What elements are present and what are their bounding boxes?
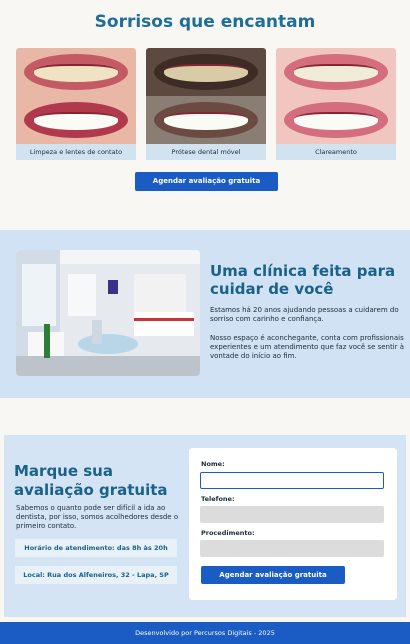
- gallery-title: Sorrisos que encantam: [94, 12, 316, 32]
- booking-heading: Marque sua avaliação gratuita: [14, 462, 168, 499]
- name-label: Nome:: [201, 460, 225, 468]
- clinic-photo: [16, 250, 200, 376]
- booking-form: Nome: Telefone: Procedimento: Agendar av…: [189, 448, 397, 600]
- about-paragraph: Estamos há 20 anos ajudando pessoas a cu…: [210, 306, 399, 323]
- footer: Desenvolvido por Percursos Digitais - 20…: [0, 622, 410, 644]
- procedure-input[interactable]: [200, 540, 384, 557]
- location-info: Local: Rua dos Alfeneiros, 32 - Lapa, SP: [15, 566, 177, 584]
- about-section: Uma clínica feita para cuidar de você Es…: [0, 230, 410, 398]
- booking-section: Marque sua avaliação gratuita Sabemos o …: [4, 435, 406, 617]
- card-caption: Limpeza e lentes de contato: [16, 144, 136, 160]
- hours-info: Horário de atendimento: das 8h às 20h: [15, 539, 177, 557]
- before-after-photo: [16, 48, 136, 144]
- about-paragraph: Nosso espaço é aconchegante, conta com p…: [210, 334, 405, 360]
- card-caption: Prótese dental móvel: [146, 144, 266, 160]
- before-after-card: Limpeza e lentes de contato: [16, 48, 136, 160]
- before-after-card: Prótese dental móvel: [146, 48, 266, 160]
- procedure-label: Procedimento:: [201, 529, 255, 537]
- schedule-button[interactable]: Agendar avaliação gratuita: [135, 172, 278, 191]
- phone-label: Telefone:: [201, 495, 235, 503]
- before-after-card: Clareamento: [276, 48, 396, 160]
- before-after-photo: [276, 48, 396, 144]
- before-after-photo: [146, 48, 266, 144]
- submit-button[interactable]: Agendar avaliação gratuita: [201, 566, 345, 584]
- about-heading: Uma clínica feita para cuidar de você: [210, 262, 396, 298]
- name-input[interactable]: [200, 472, 384, 489]
- card-caption: Clareamento: [276, 144, 396, 160]
- booking-text: Sabemos o quanto pode ser difícil a ida …: [16, 504, 179, 530]
- gallery-section: Sorrisos que encantam Limpeza e lentes d…: [0, 0, 410, 230]
- phone-input[interactable]: [200, 506, 384, 523]
